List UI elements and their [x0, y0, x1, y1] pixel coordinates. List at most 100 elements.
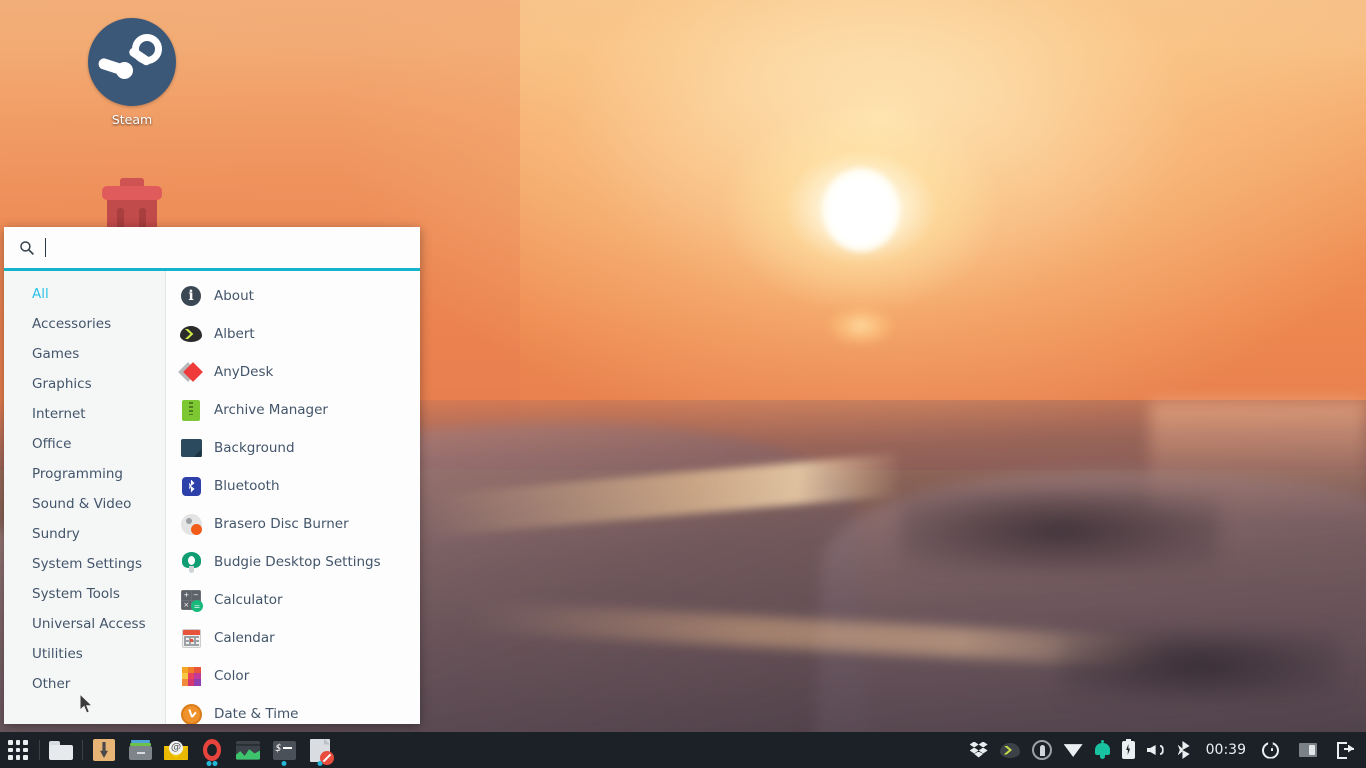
app-item-label: Background — [214, 440, 295, 456]
wallpaper-wave-shadow-2 — [1060, 630, 1340, 700]
taskbar-panel[interactable]: @ $ 00:39 — [0, 732, 1366, 768]
folder-icon — [49, 740, 73, 760]
app-item-budgie-desktop-settings[interactable]: Budgie Desktop Settings — [166, 543, 420, 581]
bluetooth-icon — [1178, 741, 1190, 759]
category-item-graphics[interactable]: Graphics — [4, 369, 165, 399]
terminal-icon: $ — [272, 740, 296, 760]
app-item-archive-manager[interactable]: Archive Manager — [166, 391, 420, 429]
running-indicator — [281, 761, 287, 766]
app-item-label: Archive Manager — [214, 402, 328, 418]
text-caret — [45, 238, 46, 257]
running-indicator — [317, 761, 323, 766]
keyring-tray-icon[interactable] — [1026, 732, 1058, 768]
category-item-games[interactable]: Games — [4, 339, 165, 369]
albert-icon — [999, 742, 1020, 758]
key-icon — [1031, 740, 1052, 760]
panel-tray: 00:39 — [964, 732, 1366, 768]
wallpaper-sun-reflection — [830, 308, 892, 344]
running-indicator — [206, 761, 218, 766]
calculator-icon: + − × = — [180, 589, 203, 612]
app-item-label: Brasero Disc Burner — [214, 516, 349, 532]
clock[interactable]: 00:39 — [1196, 742, 1256, 758]
volume-tray-icon[interactable] — [1141, 732, 1172, 768]
calendar-icon — [180, 627, 202, 649]
system-monitor-launcher[interactable] — [230, 732, 266, 768]
opera-launcher[interactable] — [194, 732, 230, 768]
app-item-label: Albert — [214, 326, 255, 342]
envelope-icon: @ — [164, 740, 188, 760]
app-item-label: AnyDesk — [214, 364, 274, 380]
network-tray-icon[interactable] — [1058, 732, 1089, 768]
battery-charging-icon — [1121, 739, 1135, 759]
battery-tray-icon[interactable] — [1116, 732, 1141, 768]
category-item-sound-video[interactable]: Sound & Video — [4, 489, 165, 519]
category-item-all[interactable]: All — [4, 279, 165, 309]
category-item-programming[interactable]: Programming — [4, 459, 165, 489]
albert-tray-icon[interactable] — [994, 732, 1026, 768]
app-item-about[interactable]: i About — [166, 277, 420, 315]
app-grid-icon — [8, 740, 28, 760]
category-item-universal-access[interactable]: Universal Access — [4, 609, 165, 639]
albert-icon — [180, 323, 202, 345]
logout-icon — [1337, 741, 1354, 759]
app-item-calculator[interactable]: + − × = Calculator — [166, 581, 420, 619]
menu-application-list[interactable]: i About Albert AnyDesk Archive Manager B… — [166, 271, 420, 724]
notifications-tray-icon[interactable] — [1089, 732, 1116, 768]
speaker-icon — [1146, 742, 1166, 758]
menu-button[interactable] — [0, 732, 36, 768]
show-desktop-button[interactable] — [1285, 732, 1331, 768]
category-item-system-tools[interactable]: System Tools — [4, 579, 165, 609]
search-input[interactable] — [45, 236, 406, 260]
menu-category-list[interactable]: All Accessories Games Graphics Internet … — [4, 271, 166, 724]
logout-button[interactable] — [1331, 732, 1360, 768]
wifi-icon — [1063, 744, 1083, 757]
terminal-launcher[interactable]: $ — [266, 732, 302, 768]
brasero-icon — [180, 513, 202, 535]
menu-body: All Accessories Games Graphics Internet … — [4, 271, 420, 724]
file-cabinet-icon — [128, 740, 152, 760]
dropbox-tray-icon[interactable] — [964, 732, 994, 768]
desktop-icon-steam[interactable]: Steam — [72, 18, 192, 127]
app-item-background[interactable]: Background — [166, 429, 420, 467]
category-item-accessories[interactable]: Accessories — [4, 309, 165, 339]
steam-icon — [88, 18, 176, 106]
bluetooth-tray-icon[interactable] — [1172, 732, 1196, 768]
desktop[interactable]: Steam All Accessories Games Graphics Int… — [0, 0, 1366, 768]
about-icon: i — [180, 285, 202, 307]
bluetooth-icon — [180, 475, 202, 497]
color-icon — [180, 665, 202, 687]
app-item-label: Date & Time — [214, 706, 299, 722]
mail-launcher[interactable]: @ — [158, 732, 194, 768]
category-item-other[interactable]: Other — [4, 669, 165, 699]
category-item-office[interactable]: Office — [4, 429, 165, 459]
document-blocked-icon — [310, 738, 334, 765]
budgie-icon — [180, 551, 202, 573]
files-launcher[interactable] — [43, 732, 79, 768]
category-item-sundry[interactable]: Sundry — [4, 519, 165, 549]
app-item-label: Bluetooth — [214, 478, 280, 494]
category-item-internet[interactable]: Internet — [4, 399, 165, 429]
panel-launchers: @ $ — [0, 732, 338, 768]
category-item-system-settings[interactable]: System Settings — [4, 549, 165, 579]
app-item-color[interactable]: Color — [166, 657, 420, 695]
app-item-label: Budgie Desktop Settings — [214, 554, 381, 570]
power-icon — [1262, 741, 1279, 759]
document-launcher[interactable] — [302, 732, 338, 768]
app-item-albert[interactable]: Albert — [166, 315, 420, 353]
menu-search-bar[interactable] — [4, 227, 420, 271]
power-button[interactable] — [1256, 732, 1285, 768]
bell-icon — [1094, 739, 1110, 759]
category-item-utilities[interactable]: Utilities — [4, 639, 165, 669]
monitor-graph-icon — [236, 740, 260, 760]
places-icon — [1299, 743, 1317, 757]
file-manager-launcher[interactable] — [122, 732, 158, 768]
app-item-calendar[interactable]: Calendar — [166, 619, 420, 657]
app-item-date-time[interactable]: Date & Time — [166, 695, 420, 724]
downloader-launcher[interactable] — [86, 732, 122, 768]
application-menu-popover[interactable]: All Accessories Games Graphics Internet … — [4, 227, 420, 724]
app-item-brasero-disc-burner[interactable]: Brasero Disc Burner — [166, 505, 420, 543]
app-item-anydesk[interactable]: AnyDesk — [166, 353, 420, 391]
app-item-bluetooth[interactable]: Bluetooth — [166, 467, 420, 505]
desktop-icon-label: Steam — [111, 112, 153, 127]
wallpaper-right-glow — [1150, 400, 1366, 520]
